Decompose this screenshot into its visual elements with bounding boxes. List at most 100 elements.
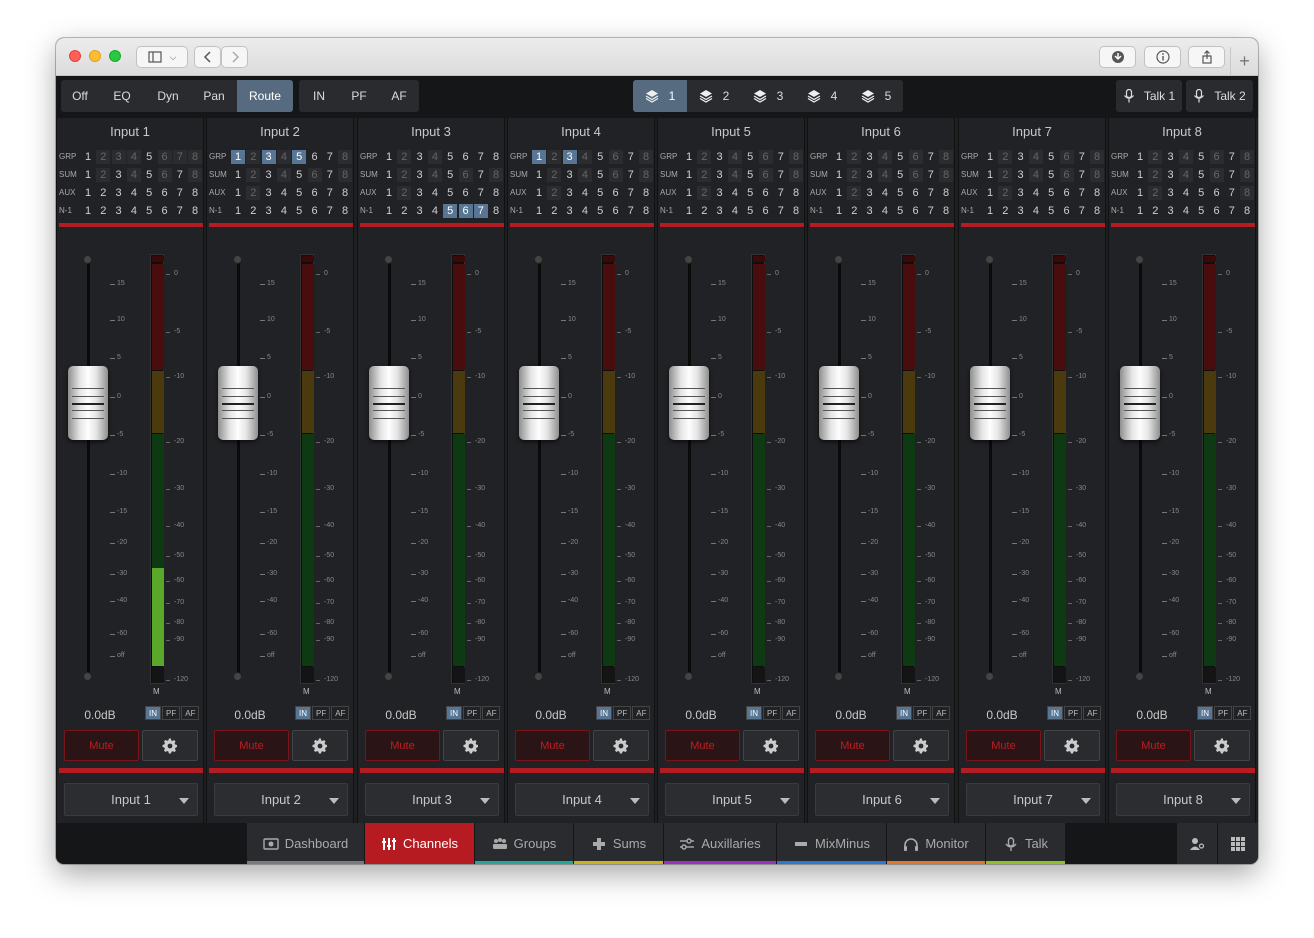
route-sum-2-toggle[interactable]: 2 — [246, 168, 261, 182]
new-tab-button[interactable]: + — [1230, 47, 1258, 76]
route-n1-8-toggle[interactable]: 8 — [1090, 204, 1104, 218]
tab-mixminus[interactable]: MixMinus — [777, 823, 887, 864]
route-n1-8-toggle[interactable]: 8 — [789, 204, 803, 218]
route-sum-5-toggle[interactable]: 5 — [593, 168, 607, 182]
route-sum-6-toggle[interactable]: 6 — [307, 168, 322, 182]
route-aux-2-toggle[interactable]: 2 — [847, 186, 862, 200]
route-n1-4-toggle[interactable]: 4 — [878, 204, 892, 218]
route-aux-5-toggle[interactable]: 5 — [1194, 186, 1208, 200]
route-n1-4-toggle[interactable]: 4 — [428, 204, 442, 218]
route-n1-7-toggle[interactable]: 7 — [774, 204, 788, 218]
route-grp-1-toggle[interactable]: 1 — [532, 150, 546, 164]
route-grp-8-toggle[interactable]: 8 — [489, 150, 503, 164]
route-grp-2-toggle[interactable]: 2 — [998, 150, 1013, 164]
route-sum-6-toggle[interactable]: 6 — [458, 168, 473, 182]
route-sum-3-toggle[interactable]: 3 — [1164, 168, 1178, 182]
route-n1-1-toggle[interactable]: 1 — [382, 204, 396, 218]
route-sum-3-toggle[interactable]: 3 — [863, 168, 877, 182]
route-n1-1-toggle[interactable]: 1 — [682, 204, 696, 218]
monitor-point-pf-toggle[interactable]: PF — [613, 706, 632, 720]
mute-button[interactable]: Mute — [815, 730, 890, 761]
route-aux-8-toggle[interactable]: 8 — [639, 186, 653, 200]
fader-knob[interactable] — [369, 366, 409, 440]
route-grp-1-toggle[interactable]: 1 — [231, 150, 245, 164]
downloads-button[interactable] — [1099, 46, 1136, 68]
route-aux-5-toggle[interactable]: 5 — [292, 186, 306, 200]
route-sum-1-toggle[interactable]: 1 — [382, 168, 396, 182]
route-n1-6-toggle[interactable]: 6 — [609, 204, 623, 218]
route-aux-8-toggle[interactable]: 8 — [939, 186, 953, 200]
close-window-button[interactable] — [69, 50, 81, 62]
route-aux-1-toggle[interactable]: 1 — [81, 186, 95, 200]
route-aux-3-toggle[interactable]: 3 — [863, 186, 877, 200]
route-n1-5-toggle[interactable]: 5 — [593, 204, 607, 218]
route-grp-5-toggle[interactable]: 5 — [1044, 150, 1058, 164]
route-grp-6-toggle[interactable]: 6 — [608, 150, 623, 164]
route-n1-1-toggle[interactable]: 1 — [532, 204, 546, 218]
route-grp-4-toggle[interactable]: 4 — [1178, 150, 1193, 164]
route-aux-4-toggle[interactable]: 4 — [878, 186, 892, 200]
channel-settings-button[interactable] — [292, 730, 348, 761]
route-aux-3-toggle[interactable]: 3 — [413, 186, 427, 200]
monitor-point-af-toggle[interactable]: AF — [632, 706, 651, 720]
mode-pan-button[interactable]: Pan — [191, 80, 237, 112]
monitor-point-in-toggle[interactable]: IN — [295, 706, 311, 720]
route-n1-6-toggle[interactable]: 6 — [458, 204, 473, 218]
route-sum-6-toggle[interactable]: 6 — [758, 168, 773, 182]
tab-groups[interactable]: Groups — [475, 823, 574, 864]
route-grp-8-toggle[interactable]: 8 — [639, 150, 654, 164]
route-grp-6-toggle[interactable]: 6 — [459, 150, 473, 164]
route-grp-4-toggle[interactable]: 4 — [1028, 150, 1043, 164]
route-sum-6-toggle[interactable]: 6 — [157, 168, 172, 182]
channel-settings-button[interactable] — [142, 730, 198, 761]
mode-eq-button[interactable]: EQ — [99, 80, 145, 112]
route-n1-4-toggle[interactable]: 4 — [578, 204, 592, 218]
monitor-af-button[interactable]: AF — [379, 80, 419, 112]
tab-dashboard[interactable]: Dashboard — [247, 823, 365, 864]
route-n1-3-toggle[interactable]: 3 — [1014, 204, 1028, 218]
route-n1-6-toggle[interactable]: 6 — [1210, 204, 1224, 218]
route-sum-5-toggle[interactable]: 5 — [743, 168, 757, 182]
route-sum-1-toggle[interactable]: 1 — [682, 168, 696, 182]
route-aux-1-toggle[interactable]: 1 — [983, 186, 997, 200]
route-n1-1-toggle[interactable]: 1 — [81, 204, 95, 218]
tab-monitor[interactable]: Monitor — [887, 823, 986, 864]
route-aux-2-toggle[interactable]: 2 — [397, 186, 412, 200]
monitor-point-in-toggle[interactable]: IN — [1047, 706, 1063, 720]
layer-5-button[interactable]: 5 — [849, 80, 903, 112]
route-sum-2-toggle[interactable]: 2 — [96, 168, 111, 182]
route-grp-3-toggle[interactable]: 3 — [713, 150, 727, 164]
route-n1-5-toggle[interactable]: 5 — [292, 204, 306, 218]
route-aux-7-toggle[interactable]: 7 — [323, 186, 337, 200]
source-select[interactable]: Input 1 — [64, 783, 198, 816]
route-grp-2-toggle[interactable]: 2 — [246, 150, 261, 164]
route-aux-2-toggle[interactable]: 2 — [246, 186, 261, 200]
zoom-window-button[interactable] — [109, 50, 121, 62]
route-sum-1-toggle[interactable]: 1 — [81, 168, 95, 182]
talk-2-button[interactable]: Talk 2 — [1186, 80, 1253, 112]
route-aux-6-toggle[interactable]: 6 — [1210, 186, 1224, 200]
route-aux-7-toggle[interactable]: 7 — [624, 186, 638, 200]
route-grp-5-toggle[interactable]: 5 — [292, 150, 307, 164]
route-n1-8-toggle[interactable]: 8 — [1240, 204, 1254, 218]
mode-route-button[interactable]: Route — [237, 80, 293, 112]
route-aux-5-toggle[interactable]: 5 — [142, 186, 156, 200]
route-n1-1-toggle[interactable]: 1 — [231, 204, 245, 218]
route-grp-2-toggle[interactable]: 2 — [96, 150, 111, 164]
route-n1-5-toggle[interactable]: 5 — [142, 204, 156, 218]
route-grp-3-toggle[interactable]: 3 — [562, 150, 577, 164]
route-n1-6-toggle[interactable]: 6 — [909, 204, 923, 218]
route-n1-5-toggle[interactable]: 5 — [1194, 204, 1208, 218]
route-aux-5-toggle[interactable]: 5 — [743, 186, 757, 200]
monitor-point-af-toggle[interactable]: AF — [932, 706, 951, 720]
route-grp-3-toggle[interactable]: 3 — [261, 150, 276, 164]
route-sum-6-toggle[interactable]: 6 — [608, 168, 623, 182]
route-n1-3-toggle[interactable]: 3 — [1164, 204, 1178, 218]
route-n1-8-toggle[interactable]: 8 — [639, 204, 653, 218]
route-n1-4-toggle[interactable]: 4 — [1029, 204, 1043, 218]
route-n1-5-toggle[interactable]: 5 — [443, 204, 458, 218]
route-grp-7-toggle[interactable]: 7 — [474, 150, 488, 164]
route-grp-3-toggle[interactable]: 3 — [1164, 150, 1178, 164]
route-grp-5-toggle[interactable]: 5 — [743, 150, 757, 164]
route-n1-7-toggle[interactable]: 7 — [323, 204, 337, 218]
